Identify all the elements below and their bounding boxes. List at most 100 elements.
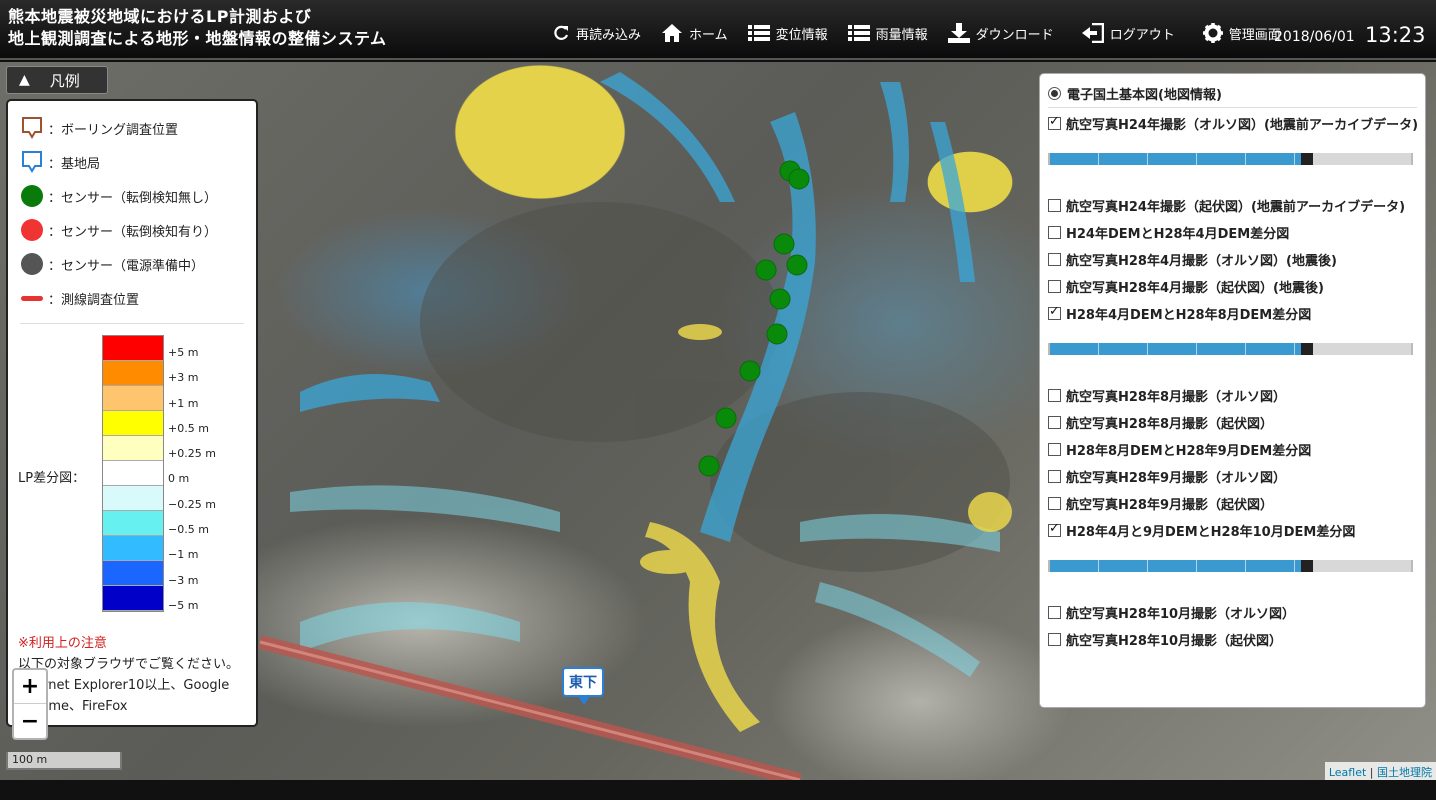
scale-label: −5 m (168, 598, 199, 612)
base-station-marker[interactable]: 東下 (562, 667, 604, 705)
checkbox-unchecked[interactable] (1048, 416, 1061, 429)
opacity-slider[interactable] (1048, 137, 1417, 181)
green-dot-icon (21, 185, 43, 207)
checkbox-unchecked[interactable] (1048, 497, 1061, 510)
nav-label: 変位情報 (775, 27, 828, 43)
opacity-slider-track[interactable] (1048, 560, 1413, 572)
legend-panel: ：ボーリング調査位置 ：基地局 ：センサー（転倒検知無し） ：センサー（転倒検知… (6, 99, 258, 727)
map-attribution: Leaflet | 国土地理院 (1324, 762, 1436, 780)
checkbox-unchecked[interactable] (1048, 280, 1061, 293)
scale-swatch (103, 436, 163, 461)
nav-reload[interactable]: 再読み込み (552, 24, 641, 43)
checkbox-unchecked[interactable] (1048, 606, 1061, 619)
lp-scale-labels: +5 m +3 m +1 m +0.5 m +0.25 m 0 m −0.25 m −0.5 … (168, 346, 216, 625)
layer-item[interactable]: 航空写真H24年撮影（オルソ図）(地震前アーカイブデータ) (1048, 110, 1418, 137)
red-line-icon (21, 295, 43, 301)
opacity-slider-fill (1050, 560, 1303, 572)
radio-selected-icon[interactable] (1048, 87, 1061, 100)
layer-item[interactable]: H24年DEMとH28年4月DEM差分図 (1048, 219, 1417, 246)
zoom-control: + − (12, 668, 48, 740)
chevron-up-icon: ▲ (19, 72, 30, 88)
checkbox-unchecked[interactable] (1048, 470, 1061, 483)
scale-swatch (103, 511, 163, 536)
layer-item-label: 航空写真H28年10月撮影（起伏図） (1066, 634, 1283, 649)
legend-item-base-station: ：基地局 (20, 145, 244, 179)
opacity-slider[interactable] (1048, 544, 1417, 588)
gsi-link[interactable]: 国土地理院 (1377, 766, 1432, 779)
checkbox-checked[interactable] (1048, 304, 1061, 320)
scale-swatch (103, 561, 163, 586)
usage-note-line: Chrome、FireFox (18, 699, 128, 714)
opacity-slider-track[interactable] (1048, 153, 1413, 165)
scale-label: −3 m (168, 573, 199, 587)
red-dot-icon (21, 219, 43, 241)
top-nav: 再読み込み ホーム 変位情報 雨量情報 ダウンロード ログアウト 管理画面 (552, 20, 1301, 46)
nav-label: ログアウト (1109, 27, 1175, 43)
checkbox-unchecked[interactable] (1048, 443, 1061, 456)
opacity-slider-track[interactable] (1048, 343, 1413, 355)
layer-item[interactable]: 航空写真H28年8月撮影（起伏図） (1048, 409, 1417, 436)
home-icon (662, 24, 683, 42)
usage-note-line: 以下の対象ブラウザでご覧ください。 (18, 657, 240, 672)
opacity-slider-handle[interactable] (1300, 343, 1313, 355)
checkbox-checked[interactable] (1048, 521, 1061, 537)
layer-item[interactable]: H28年8月DEMとH28年9月DEM差分図 (1048, 436, 1417, 463)
leaflet-link[interactable]: Leaflet (1329, 766, 1366, 779)
layer-item-label: 航空写真H28年8月撮影（オルソ図） (1066, 390, 1287, 405)
legend-item-label: ：センサー（電源準備中） (48, 258, 205, 274)
scale-label: +0.5 m (168, 421, 209, 435)
layer-item[interactable]: 航空写真H28年9月撮影（起伏図） (1048, 490, 1417, 517)
usage-note: ※利用上の注意 以下の対象ブラウザでご覧ください。 Internet Explo… (18, 633, 250, 717)
scale-label: +1 m (168, 396, 199, 410)
layer-item[interactable]: 航空写真H28年10月撮影（オルソ図） (1048, 599, 1417, 626)
usage-note-line: Internet Explorer10以上、Google (18, 678, 230, 693)
base-layer-option[interactable]: 電子国土基本図(地図情報) (1048, 80, 1417, 108)
layer-item[interactable]: H28年4月DEMとH28年8月DEM差分図 (1048, 300, 1417, 327)
nav-displacement[interactable]: 変位情報 (747, 24, 828, 43)
legend-toggle-label: 凡例 (49, 71, 80, 90)
nav-rainfall[interactable]: 雨量情報 (847, 24, 928, 43)
legend-item-sensor-fallen: ：センサー（転倒検知有り） (20, 213, 244, 247)
layer-item[interactable]: 航空写真H28年10月撮影（起伏図） (1048, 626, 1417, 653)
legend-toggle-button[interactable]: ▲ 凡例 (6, 66, 108, 94)
legend-item-sensor-power: ：センサー（電源準備中） (20, 247, 244, 281)
map-view[interactable]: ▲ 凡例 ：ボーリング調査位置 ：基地局 ：センサー（転倒検知無し） ：センサー… (0, 62, 1436, 780)
nav-download[interactable]: ダウンロード (947, 23, 1054, 43)
zoom-in-button[interactable]: + (14, 670, 46, 704)
nav-label: 雨量情報 (875, 27, 928, 43)
layer-item[interactable]: H28年4月と9月DEMとH28年10月DEM差分図 (1048, 517, 1417, 544)
attribution-separator: | (1366, 766, 1377, 779)
checkbox-unchecked[interactable] (1048, 226, 1061, 239)
layer-item[interactable]: 航空写真H28年4月撮影（オルソ図）(地震後) (1048, 246, 1417, 273)
legend-item-label: ：基地局 (48, 156, 101, 172)
opacity-slider-fill (1050, 343, 1303, 355)
layer-item[interactable]: 航空写真H28年4月撮影（起伏図）(地震後) (1048, 273, 1417, 300)
checkbox-unchecked[interactable] (1048, 389, 1061, 402)
scale-swatch (103, 536, 163, 561)
nav-home[interactable]: ホーム (661, 23, 728, 43)
legend-item-label: ：センサー（転倒検知無し） (48, 190, 218, 206)
layer-item-label: H28年8月DEMとH28年9月DEM差分図 (1066, 444, 1312, 459)
opacity-slider-handle[interactable] (1300, 560, 1313, 572)
map-scale: 100 m (6, 752, 122, 770)
layer-item[interactable]: 航空写真H28年9月撮影（オルソ図） (1048, 463, 1417, 490)
zoom-out-button[interactable]: − (14, 704, 46, 738)
list-icon (847, 25, 870, 41)
scale-label: −1 m (168, 548, 199, 562)
checkbox-unchecked[interactable] (1048, 199, 1061, 212)
nav-label: ホーム (689, 27, 728, 43)
scale-swatch (103, 586, 163, 611)
opacity-slider-handle[interactable] (1300, 153, 1313, 165)
checkbox-unchecked[interactable] (1048, 633, 1061, 646)
opacity-slider[interactable] (1048, 327, 1417, 371)
checkbox-checked[interactable] (1048, 114, 1061, 130)
checkbox-unchecked[interactable] (1048, 253, 1061, 266)
layer-item[interactable]: 航空写真H28年8月撮影（オルソ図） (1048, 382, 1417, 409)
legend-item-sensor-ok: ：センサー（転倒検知無し） (20, 179, 244, 213)
nav-label: 再読み込み (576, 27, 642, 43)
nav-admin[interactable]: 管理画面 (1202, 23, 1281, 43)
nav-logout[interactable]: ログアウト (1081, 23, 1175, 43)
scale-label: −0.5 m (168, 523, 209, 537)
scale-swatch (103, 361, 163, 386)
layer-item[interactable]: 航空写真H24年撮影（起伏図）(地震前アーカイブデータ) (1048, 192, 1417, 219)
